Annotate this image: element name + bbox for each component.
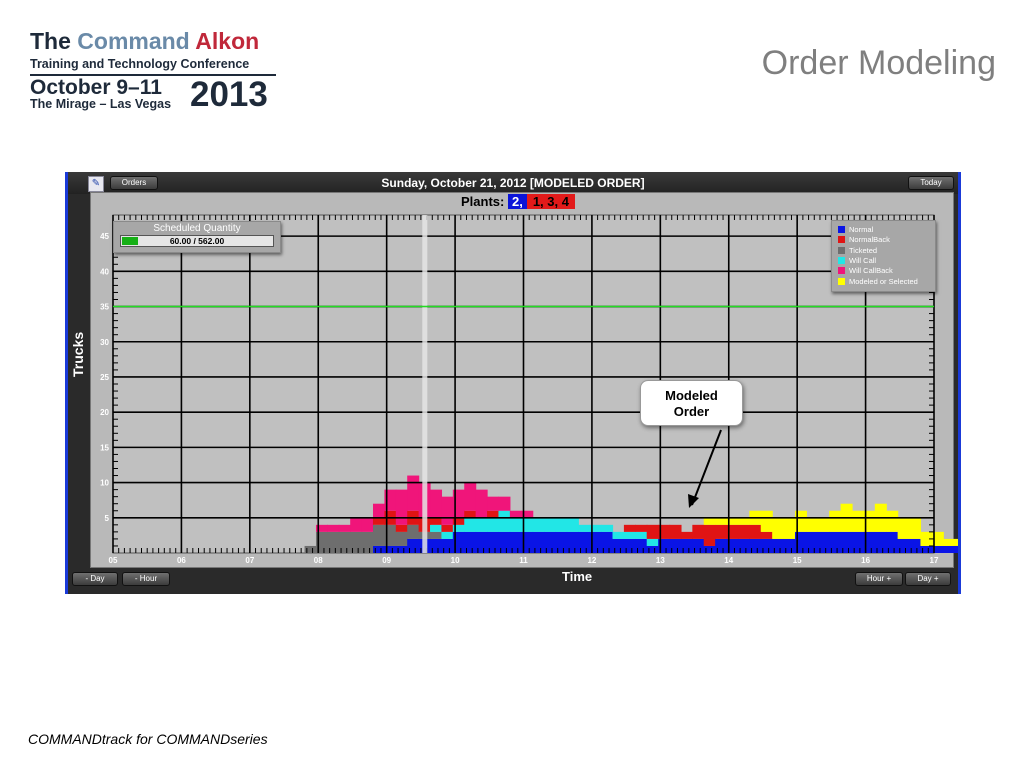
callout-arrow bbox=[688, 429, 722, 508]
slide-footer: COMMANDtrack for COMMANDseries bbox=[28, 731, 268, 747]
